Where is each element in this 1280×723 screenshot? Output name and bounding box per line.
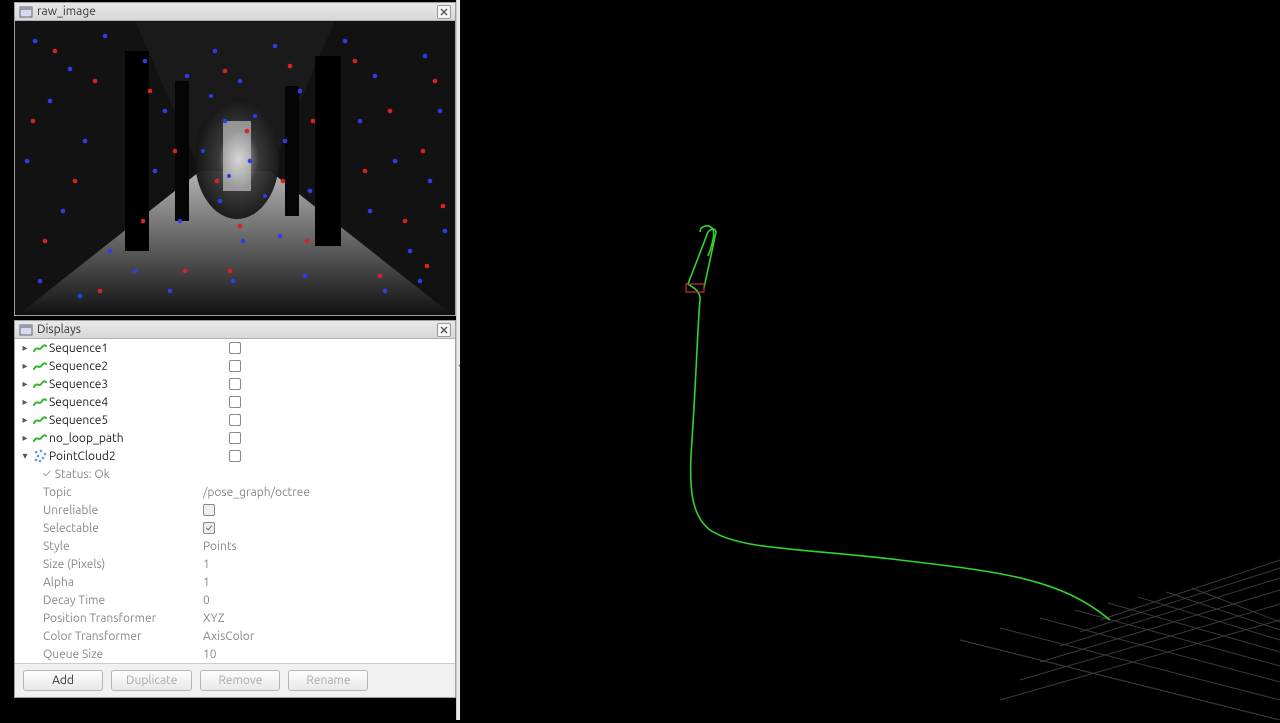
property-label: Queue Size [43,648,203,661]
checkbox[interactable] [229,360,241,372]
checkbox[interactable] [229,432,241,444]
property-row[interactable]: Queue Size10 [15,645,455,663]
path-label: Sequence5 [49,414,229,427]
path-icon [31,343,49,353]
tree-item-path[interactable]: ▸ no_loop_path [15,429,455,447]
property-label: Alpha [43,576,203,589]
tree-item-path[interactable]: ▸ Sequence2 [15,357,455,375]
tree-item-path[interactable]: ▸ Sequence5 [15,411,455,429]
path-label: Sequence1 [49,342,229,355]
property-label: Position Transformer [43,612,203,625]
property-value: /pose_graph/octree [203,486,310,499]
property-row[interactable]: Position TransformerXYZ [15,609,455,627]
checkbox [203,504,215,516]
raw-image-panel: raw_image [14,2,456,316]
property-row[interactable]: Topic/pose_graph/octree [15,483,455,501]
close-icon[interactable] [437,5,451,19]
tree-item-path[interactable]: ▸ Sequence1 [15,339,455,357]
property-label: Topic [43,486,203,499]
status-row: ✓Status: Ok [15,465,455,483]
path-label: Sequence4 [49,396,229,409]
property-label: Selectable [43,522,203,535]
property-value: 1 [203,558,210,571]
property-row[interactable]: Unreliable [15,501,455,519]
tree-item-path[interactable]: ▸ Sequence4 [15,393,455,411]
property-value: 0 [203,594,210,607]
path-icon [31,361,49,371]
displays-title: Displays [37,323,437,336]
property-label: Decay Time [43,594,203,607]
path-label: no_loop_path [49,432,229,445]
checkbox[interactable] [229,450,241,462]
close-icon[interactable] [437,323,451,337]
raw-image-titlebar[interactable]: raw_image [15,3,455,21]
checkbox[interactable] [229,342,241,354]
displays-panel: Displays ▸Sequence1▸Sequence2▸Sequence3▸… [14,320,456,698]
property-value: AxisColor [203,630,254,643]
expand-icon[interactable]: ▸ [19,342,31,354]
property-row[interactable]: Alpha1 [15,573,455,591]
window-icon [19,323,33,337]
property-row[interactable]: Selectable [15,519,455,537]
expand-icon[interactable]: ▸ [19,432,31,444]
add-button[interactable]: Add [23,670,103,691]
property-label: Style [43,540,203,553]
property-label: Size (Pixels) [43,558,203,571]
property-row[interactable]: Decay Time0 [15,591,455,609]
property-value: 1 [203,576,210,589]
tree-item-pointcloud[interactable]: ▾ PointCloud2 [15,447,455,465]
raw-image-view [15,21,455,315]
path-icon [31,415,49,425]
expand-icon[interactable]: ▸ [19,414,31,426]
checkbox [203,522,215,534]
property-row[interactable]: Color TransformerAxisColor [15,627,455,645]
collapse-icon[interactable]: ▾ [19,450,31,462]
path-icon [31,433,49,443]
path-label: Sequence3 [49,378,229,391]
path-icon [31,397,49,407]
pointcloud-label: PointCloud2 [49,450,229,463]
duplicate-button[interactable]: Duplicate [111,670,192,691]
checkbox[interactable] [229,414,241,426]
expand-icon[interactable]: ▸ [19,360,31,372]
tree-item-path[interactable]: ▸ Sequence3 [15,375,455,393]
remove-button[interactable]: Remove [200,670,280,691]
trajectory-path [688,229,1110,620]
path-icon [31,379,49,389]
checkbox[interactable] [229,396,241,408]
property-value: Points [203,540,237,553]
path-label: Sequence2 [49,360,229,373]
rename-button[interactable]: Rename [288,670,368,691]
expand-icon[interactable]: ▸ [19,396,31,408]
window-icon [19,5,33,19]
property-row[interactable]: Size (Pixels)1 [15,555,455,573]
raw-image-title: raw_image [37,5,437,18]
pointcloud-icon [31,449,49,463]
displays-tree[interactable]: ▸ Sequence1 ▸ Sequence2 ▸ Sequence3 ▸ Sequence4… [15,339,455,663]
3d-view[interactable] [460,0,1280,720]
property-label: Color Transformer [43,630,203,643]
property-label: Unreliable [43,504,203,517]
property-value: XYZ [203,612,225,625]
property-value: 10 [203,648,217,661]
property-row[interactable]: StylePoints [15,537,455,555]
expand-icon[interactable]: ▸ [19,378,31,390]
checkbox[interactable] [229,378,241,390]
displays-button-bar: Add Duplicate Remove Rename [15,663,455,697]
check-icon: ✓ [43,468,51,480]
displays-titlebar[interactable]: Displays [15,321,455,339]
